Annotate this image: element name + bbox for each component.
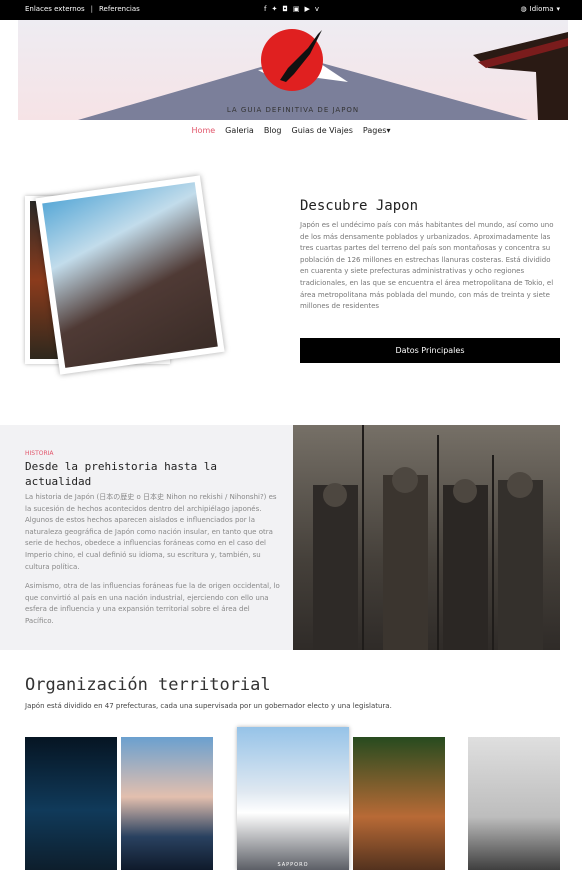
language-label: Idioma [529, 5, 554, 13]
gallery-snow-village[interactable]: SAPPORO [237, 727, 349, 870]
gallery-caption: SAPPORO [277, 862, 309, 868]
historia-kicker: HISTORIA [25, 450, 54, 457]
samurai-illustration [313, 425, 543, 650]
nav-pages[interactable]: Pages▾ [363, 126, 391, 142]
historia-section: HISTORIA Desde la prehistoria hasta la a… [0, 425, 293, 650]
topbar-separator: | [90, 5, 93, 13]
linkedin-icon[interactable]: ▣ [293, 5, 300, 13]
social-links: f ✦ ◘ ▣ ▶ v [264, 5, 319, 13]
organizacion-title: Organización territorial [25, 675, 271, 695]
globe-icon: ◍ [520, 5, 527, 13]
chevron-down-icon: ▾ [556, 5, 560, 13]
hero-banner: LA GUIA DEFINITIVA DE JAPON [18, 20, 568, 120]
gallery-pagoda[interactable] [353, 737, 445, 870]
twitter-icon[interactable]: ✦ [271, 5, 277, 13]
youtube-icon[interactable]: ▶ [305, 5, 310, 13]
descubre-title: Descubre Japon [300, 198, 419, 214]
pagoda-photos [25, 175, 225, 378]
instagram-icon[interactable]: ◘ [282, 5, 288, 13]
nav-home[interactable]: Home [192, 126, 216, 142]
chevron-down-icon: ▾ [386, 126, 391, 135]
photo-front [35, 175, 225, 375]
prefecture-gallery: SAPPORO [25, 727, 560, 870]
gallery-castle[interactable] [468, 737, 560, 870]
nav-blog[interactable]: Blog [264, 126, 282, 142]
samurai-photo [293, 425, 560, 650]
descubre-text: Japón es el undécimo país con más habita… [300, 221, 554, 311]
nav-guias[interactable]: Guias de Viajes [292, 126, 353, 142]
references-link[interactable]: Referencias [99, 5, 140, 13]
gallery-torii-gate[interactable] [121, 737, 213, 870]
main-nav: Home Galeria Blog Guias de Viajes Pages▾ [0, 126, 582, 142]
nav-pages-label: Pages [362, 126, 387, 135]
external-links-link[interactable]: Enlaces externos [25, 5, 85, 13]
organizacion-subtitle: Japón está dividido en 47 prefecturas, c… [25, 702, 392, 710]
historia-paragraph-2: Asimismo, otra de las influencias foráne… [25, 582, 280, 625]
historia-paragraph-1: La historia de Japón (日本の歴史 o 日本史 Nihon … [25, 493, 277, 571]
facebook-icon[interactable]: f [264, 5, 266, 13]
top-bar: Enlaces externos | Referencias f ✦ ◘ ▣ ▶… [0, 0, 582, 20]
datos-principales-button[interactable]: Datos Principales [300, 338, 560, 363]
hero-illustration [78, 29, 568, 120]
language-selector[interactable]: ◍ Idioma ▾ [521, 5, 560, 13]
gallery-tokyo-night[interactable] [25, 737, 117, 870]
nav-galeria[interactable]: Galeria [225, 126, 254, 142]
historia-title: Desde la prehistoria hasta la actualidad [25, 460, 218, 488]
vimeo-icon[interactable]: v [315, 5, 319, 13]
hero-tagline: LA GUIA DEFINITIVA DE JAPON [226, 106, 360, 114]
